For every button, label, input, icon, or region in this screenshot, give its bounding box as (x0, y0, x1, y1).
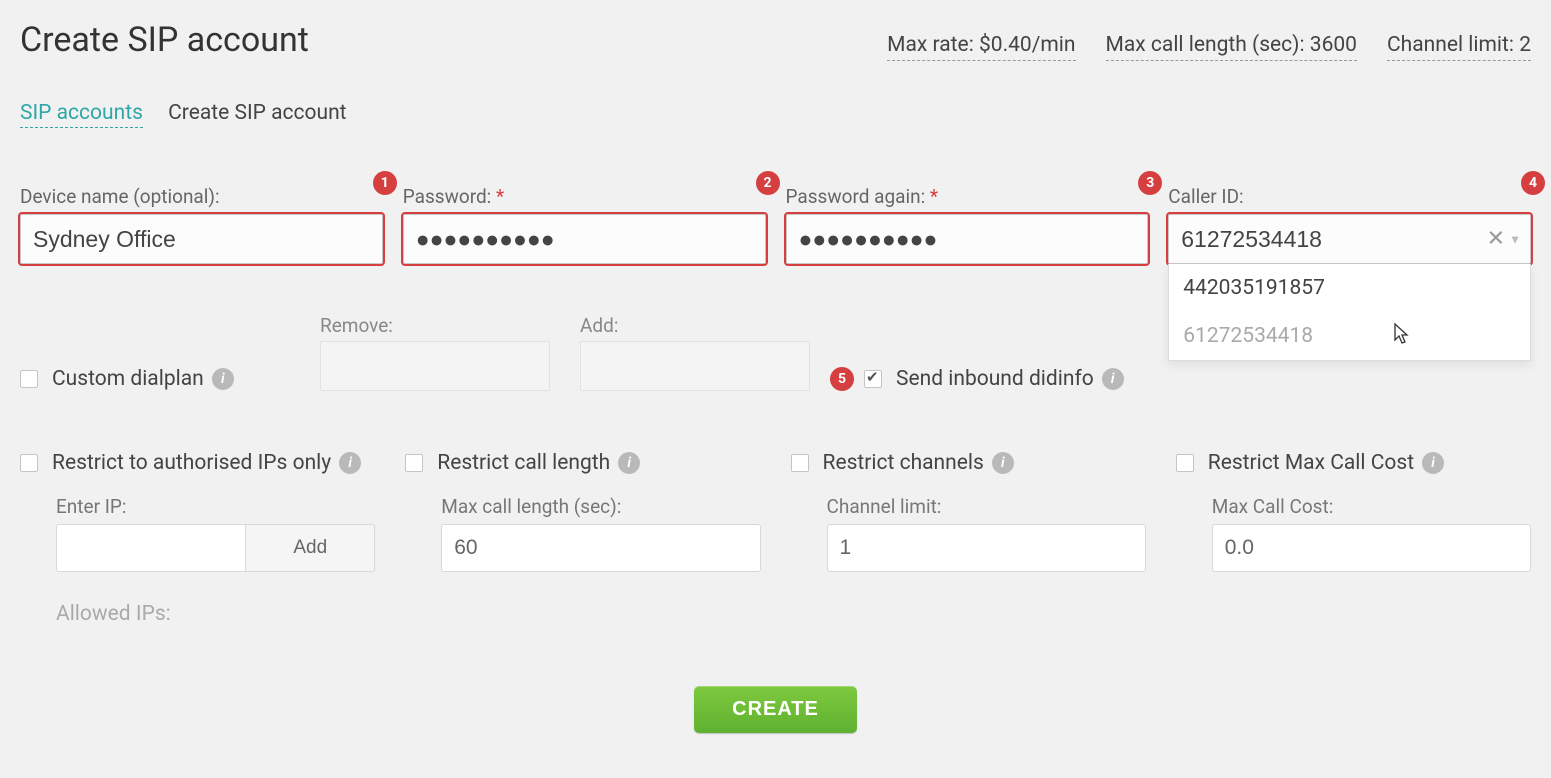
restrict-call-length-label: Restrict call length (437, 451, 610, 475)
header-stats: Max rate: $0.40/min Max call length (sec… (887, 33, 1531, 61)
restrict-max-cost-label: Restrict Max Call Cost (1208, 451, 1414, 475)
stat-max-call-length: Max call length (sec): 3600 (1106, 33, 1357, 61)
restrict-max-cost-checkbox[interactable] (1176, 454, 1194, 472)
field-badge-1: 1 (373, 171, 397, 195)
allowed-ips-label: Allowed IPs: (56, 602, 375, 626)
send-inbound-checkbox[interactable] (864, 370, 882, 388)
cursor-icon (1390, 322, 1410, 351)
send-inbound-label: Send inbound didinfo (896, 367, 1094, 391)
caller-id-clear-icon[interactable]: ✕ (1487, 227, 1505, 252)
max-call-length-input[interactable] (441, 524, 760, 572)
restrict-channels-label: Restrict channels (823, 451, 984, 475)
info-icon[interactable]: i (339, 452, 361, 474)
breadcrumb-current: Create SIP account (168, 101, 346, 125)
caller-id-option[interactable]: 442035191857 (1169, 264, 1530, 312)
password-label: Password: * (403, 185, 766, 208)
caller-id-input[interactable] (1168, 214, 1531, 264)
custom-dialplan-checkbox[interactable] (20, 370, 38, 388)
password-again-label: Password again: * (786, 185, 1149, 208)
restrict-call-length-checkbox[interactable] (405, 454, 423, 472)
stat-channel-limit: Channel limit: 2 (1387, 33, 1531, 61)
enter-ip-input[interactable] (56, 524, 245, 572)
password-input[interactable] (403, 214, 766, 264)
caller-id-option[interactable]: 61272534418 (1169, 312, 1530, 360)
chevron-down-icon[interactable]: ▼ (1509, 232, 1521, 246)
field-badge-4: 4 (1521, 171, 1545, 195)
add-label: Add: (580, 314, 810, 337)
info-icon[interactable]: i (1422, 452, 1444, 474)
restrict-channels-checkbox[interactable] (791, 454, 809, 472)
create-button[interactable]: CREATE (694, 686, 857, 733)
breadcrumb: SIP accounts Create SIP account (20, 101, 1531, 125)
remove-label: Remove: (320, 314, 550, 337)
caller-id-dropdown: 442035191857 61272534418 (1168, 264, 1531, 361)
password-again-input[interactable] (786, 214, 1149, 264)
page-title: Create SIP account (20, 20, 309, 60)
device-name-label: Device name (optional): (20, 185, 383, 208)
info-icon[interactable]: i (212, 368, 234, 390)
info-icon[interactable]: i (992, 452, 1014, 474)
add-ip-button[interactable]: Add (245, 524, 375, 572)
remove-input[interactable] (320, 341, 550, 391)
device-name-input[interactable] (20, 214, 383, 264)
field-badge-2: 2 (756, 171, 780, 195)
restrict-ips-label: Restrict to authorised IPs only (52, 451, 331, 475)
channel-limit-label: Channel limit: (827, 495, 1146, 518)
field-badge-5: 5 (830, 367, 854, 391)
caller-id-label: Caller ID: (1168, 185, 1531, 208)
restrict-ips-checkbox[interactable] (20, 454, 38, 472)
custom-dialplan-label: Custom dialplan (52, 367, 204, 391)
stat-max-rate: Max rate: $0.40/min (887, 33, 1075, 61)
field-badge-3: 3 (1138, 171, 1162, 195)
info-icon[interactable]: i (618, 452, 640, 474)
max-call-cost-input[interactable] (1212, 524, 1531, 572)
max-call-length-label: Max call length (sec): (441, 495, 760, 518)
enter-ip-label: Enter IP: (56, 495, 375, 518)
breadcrumb-sip-accounts-link[interactable]: SIP accounts (20, 101, 143, 128)
add-input[interactable] (580, 341, 810, 391)
info-icon[interactable]: i (1102, 368, 1124, 390)
max-call-cost-label: Max Call Cost: (1212, 495, 1531, 518)
channel-limit-input[interactable] (827, 524, 1146, 572)
